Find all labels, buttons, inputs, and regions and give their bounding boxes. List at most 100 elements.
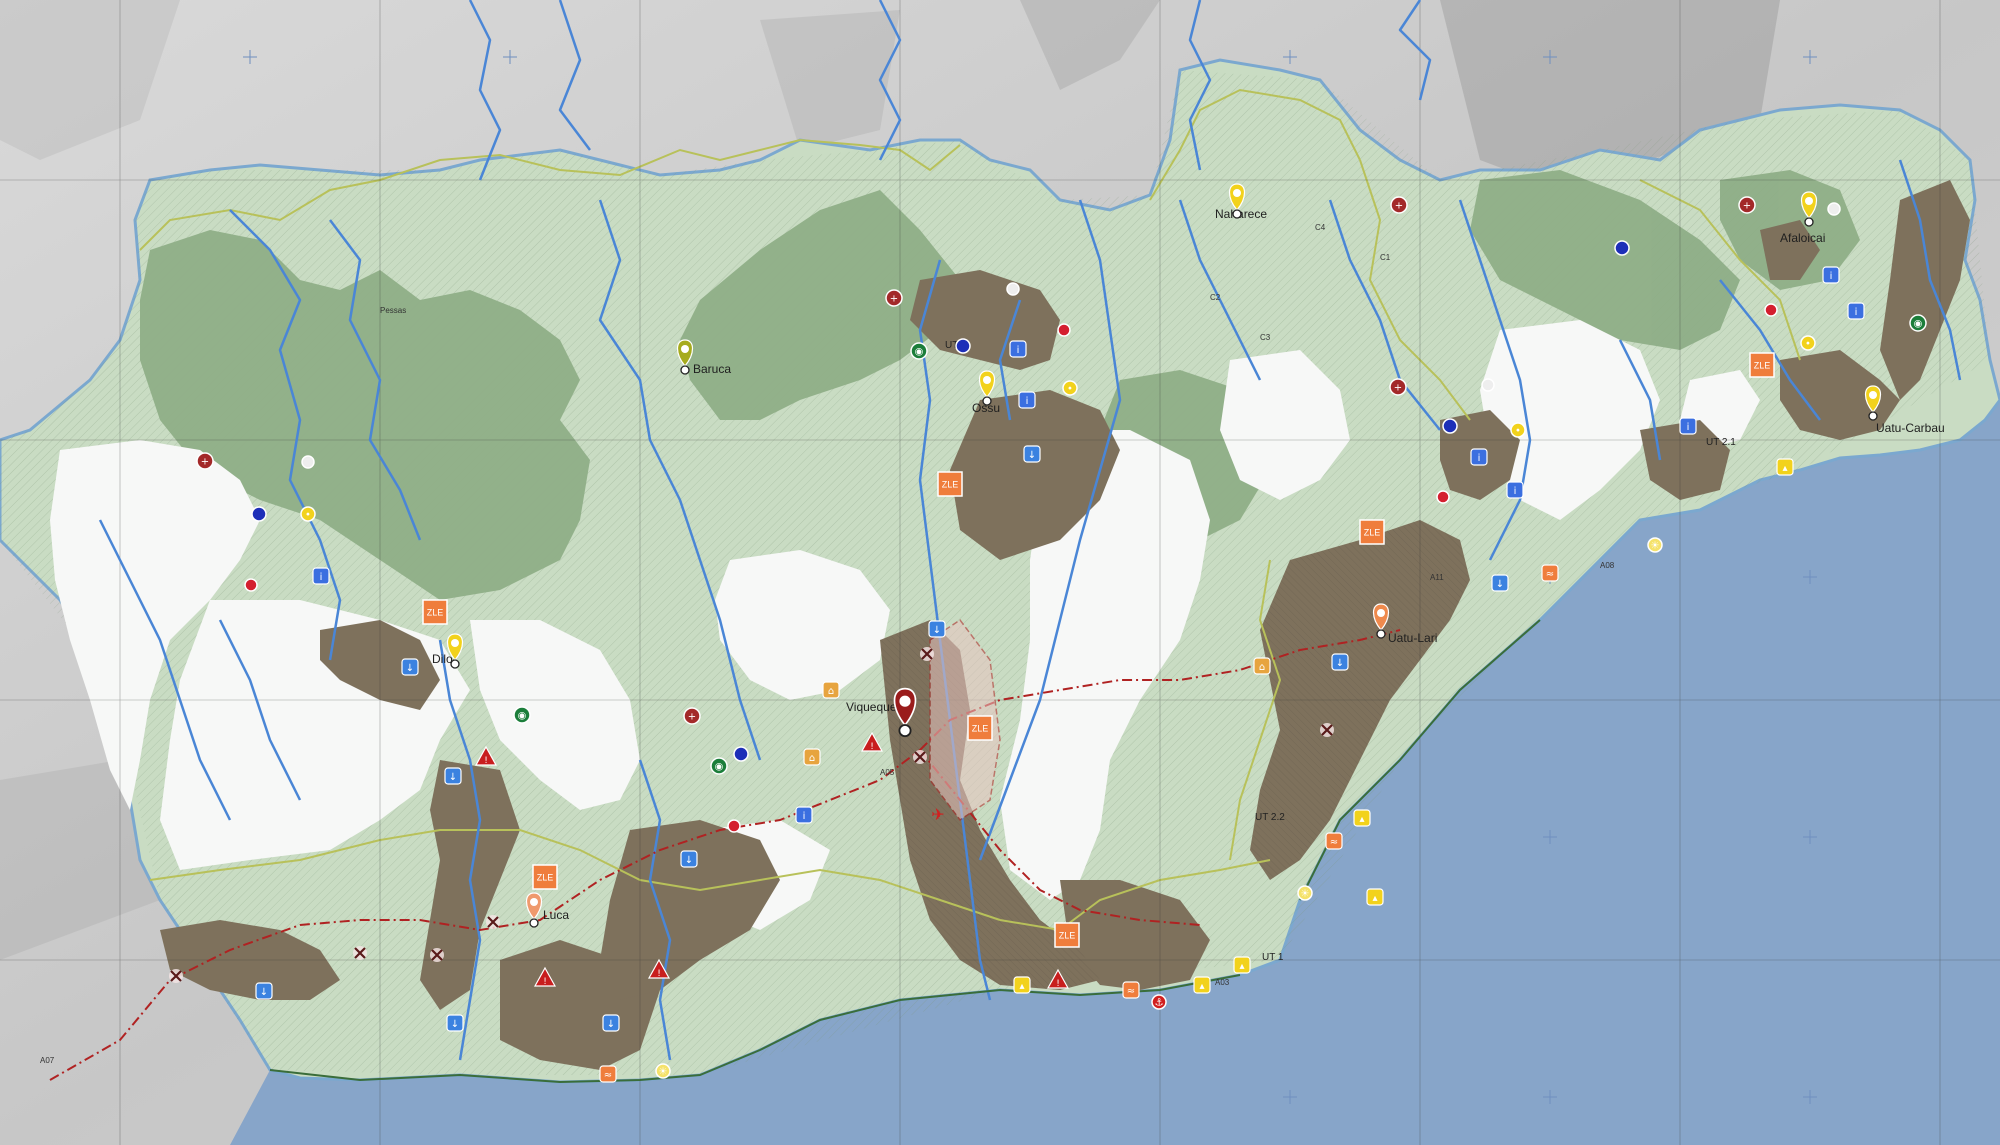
red-cross-icon[interactable]: + [1738,196,1756,214]
alert-dot-icon[interactable] [1436,490,1450,504]
svg-text:↓: ↓ [1336,658,1344,669]
camera-icon[interactable]: ◉ [910,342,928,360]
place-label-luca: Luca [543,908,569,922]
zle-icon[interactable]: ZLE [937,471,963,497]
svg-text:+: + [201,457,209,468]
svg-text:▴: ▴ [1372,893,1377,904]
alert-dot-icon[interactable] [727,819,741,833]
road-label-a05: A05 [880,768,895,777]
unit-label-ut22: UT 2.2 [1255,812,1285,823]
water-tap-icon[interactable]: ↓ [680,850,698,868]
svg-text:⚓: ⚓ [1155,998,1164,1009]
water-tap-icon[interactable]: ↓ [401,658,419,676]
anchor-icon[interactable]: ⚓ [1151,994,1167,1010]
water-tap-icon[interactable]: ↓ [444,767,462,785]
location-dot-icon[interactable] [733,746,749,762]
marker-white-icon[interactable] [301,455,315,469]
red-cross-icon[interactable]: + [1390,196,1408,214]
water-tap-icon[interactable]: ↓ [1023,445,1041,463]
crossing-icon[interactable] [169,969,183,983]
fish-icon[interactable]: ≈ [1122,981,1140,999]
svg-text:i: i [1855,307,1858,318]
svg-text:▴: ▴ [1359,814,1364,825]
crossing-icon[interactable] [430,948,444,962]
turtle-icon[interactable]: ▴ [1193,976,1211,994]
fish-icon[interactable]: ≈ [1541,564,1559,582]
red-cross-icon[interactable]: + [1389,378,1407,396]
svg-text:!: ! [1056,979,1060,989]
sun-icon[interactable]: ☀ [1297,885,1313,901]
turtle-icon[interactable]: ▴ [1366,888,1384,906]
crossing-icon[interactable] [920,647,934,661]
airport-icon[interactable]: ✈ [931,805,944,824]
red-cross-icon[interactable]: + [683,707,701,725]
water-tap-icon[interactable]: ↓ [928,620,946,638]
turtle-icon[interactable]: ▴ [1776,458,1794,476]
zle-icon[interactable]: ZLE [1054,922,1080,948]
turtle-icon[interactable]: ▴ [1013,976,1031,994]
svg-text:i: i [1514,486,1517,497]
water-tap-icon[interactable]: ↓ [255,982,273,1000]
zle-icon[interactable]: ZLE [422,599,448,625]
info-icon[interactable]: i [1470,448,1488,466]
info-icon[interactable]: i [1018,391,1036,409]
marker-white-icon[interactable] [1827,202,1841,216]
location-dot-icon[interactable] [1614,240,1630,256]
crossing-icon[interactable] [353,946,367,960]
sun-icon[interactable]: ☀ [1647,537,1663,553]
crossing-icon[interactable] [1320,723,1334,737]
alert-dot-icon[interactable] [1764,303,1778,317]
fish-icon[interactable]: ≈ [1325,832,1343,850]
svg-text:i: i [1478,453,1481,464]
zle-icon[interactable]: ZLE [1359,519,1385,545]
marker-white-icon[interactable] [1481,378,1495,392]
red-cross-icon[interactable]: + [885,289,903,307]
church-icon[interactable]: ⌂ [803,748,821,766]
zle-icon[interactable]: ZLE [1749,352,1775,378]
svg-text:•: • [1515,426,1521,437]
church-icon[interactable]: ⌂ [822,681,840,699]
info-icon[interactable]: i [795,806,813,824]
crossing-icon[interactable] [913,750,927,764]
turtle-icon[interactable]: ▴ [1353,809,1371,827]
zle-label: ZLE [427,608,444,618]
camera-icon[interactable]: ◉ [710,757,728,775]
info-icon[interactable]: i [1506,481,1524,499]
fish-icon[interactable]: ≈ [599,1065,617,1083]
zle-icon[interactable]: ZLE [967,715,993,741]
crossing-icon[interactable] [486,915,500,929]
marker-yellow-icon[interactable]: • [1800,335,1816,351]
red-cross-icon[interactable]: + [196,452,214,470]
info-icon[interactable]: i [1009,340,1027,358]
sun-icon[interactable]: ☀ [655,1063,671,1079]
location-dot-icon[interactable] [1442,418,1458,434]
camera-icon[interactable]: ◉ [513,706,531,724]
marker-white-icon[interactable] [1006,282,1020,296]
marker-yellow-icon[interactable]: • [1510,422,1526,438]
water-tap-icon[interactable]: ↓ [1331,653,1349,671]
map-canvas[interactable]: Naharece Baruca Ossu Afaloicai Uatu-Carb… [0,0,2000,1145]
turtle-icon[interactable]: ▴ [1233,956,1251,974]
svg-text:↓: ↓ [260,987,268,998]
camera-icon[interactable]: ◉ [1909,314,1927,332]
svg-text:▴: ▴ [1239,961,1244,972]
svg-text:≈: ≈ [1330,837,1338,848]
church-icon[interactable]: ⌂ [1253,657,1271,675]
zle-icon[interactable]: ZLE [532,864,558,890]
location-dot-icon[interactable] [955,338,971,354]
zle-label: ZLE [1059,931,1076,941]
alert-dot-icon[interactable] [244,578,258,592]
water-tap-icon[interactable]: ↓ [602,1014,620,1032]
alert-dot-icon[interactable] [1057,323,1071,337]
location-dot-icon[interactable] [251,506,267,522]
water-tap-icon[interactable]: ↓ [1491,574,1509,592]
water-tap-icon[interactable]: ↓ [446,1014,464,1032]
place-label-baruca: Baruca [693,362,731,376]
marker-yellow-icon[interactable]: • [300,506,316,522]
svg-text:•: • [305,510,311,521]
info-icon[interactable]: i [1679,417,1697,435]
info-icon[interactable]: i [312,567,330,585]
info-icon[interactable]: i [1822,266,1840,284]
info-icon[interactable]: i [1847,302,1865,320]
marker-yellow-icon[interactable]: • [1062,380,1078,396]
